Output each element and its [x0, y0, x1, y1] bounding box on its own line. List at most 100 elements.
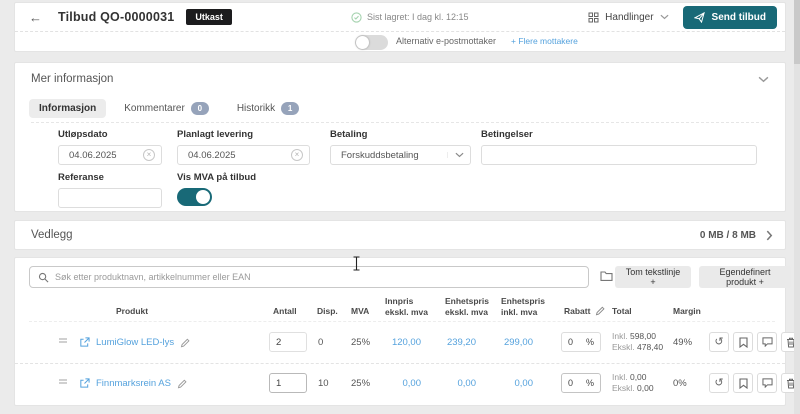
col-unit-price-incl: Enhetspris inkl. mva — [501, 296, 545, 317]
chevron-right-icon[interactable] — [766, 230, 773, 241]
status-badge: Utkast — [186, 9, 232, 25]
alt-email-label: Alternativ e-postmottaker — [396, 36, 497, 46]
bookmark-button[interactable] — [733, 332, 753, 352]
toggle-knob — [356, 36, 369, 49]
payment-select[interactable]: Forskuddsbetaling — [330, 145, 471, 165]
attachments-section[interactable]: Vedlegg 0 MB / 8 MB — [14, 220, 786, 250]
more-recipients-link[interactable]: + Flere mottakere — [511, 36, 578, 46]
col-unit-price-excl: Enhetspris ekskl. mva — [445, 296, 489, 317]
clear-icon[interactable]: × — [291, 149, 303, 161]
check-circle-icon — [351, 11, 362, 23]
pencil-icon[interactable] — [177, 379, 187, 389]
actions-menu-button[interactable]: Handlinger — [588, 11, 669, 23]
tab-historikk[interactable]: Historikk 1 — [227, 98, 309, 119]
unit-price-excl-value[interactable]: 0,00 — [430, 378, 477, 389]
tab-kommentarer[interactable]: Kommentarer 0 — [114, 98, 219, 119]
bookmark-icon — [738, 377, 748, 389]
product-name: LumiGlow LED-lys — [96, 337, 175, 348]
unit-price-excl-value[interactable]: 239,20 — [430, 337, 476, 348]
drag-handle-icon[interactable] — [58, 378, 68, 385]
product-row: Finnmarksrein AS 10 25% 0,00 0,00 0,00 0… — [15, 363, 800, 401]
quote-header-row: ← Tilbud QO-0000031 Utkast Sist lagret: … — [15, 3, 785, 32]
drag-handle-icon[interactable] — [58, 337, 68, 344]
more-info-section: Mer informasjon Informasjon Kommentarer … — [14, 62, 786, 212]
external-link-icon — [80, 378, 90, 388]
comment-button[interactable] — [757, 332, 777, 352]
chevron-down-icon — [447, 152, 464, 158]
show-vat-toggle[interactable] — [177, 188, 212, 206]
delivery-date-value: 04.06.2025 — [188, 149, 236, 161]
comment-icon — [761, 337, 773, 347]
col-product: Produkt — [116, 306, 149, 316]
quantity-input[interactable] — [269, 373, 307, 393]
collapse-chevron-icon[interactable] — [758, 76, 769, 83]
product-search[interactable] — [29, 266, 589, 288]
tab-historikk-badge: 1 — [281, 102, 300, 115]
grid-icon — [588, 12, 599, 22]
unit-price-incl-value[interactable]: 299,00 — [487, 337, 533, 348]
col-cost-price: Innpris ekskl. mva — [385, 296, 429, 317]
margin-value: 0% — [673, 378, 687, 389]
delivery-date-label: Planlagt levering — [177, 129, 254, 140]
pencil-icon[interactable] — [595, 306, 606, 316]
send-quote-button[interactable]: Send tilbud — [682, 5, 777, 29]
divider — [29, 321, 775, 322]
col-total: Total — [612, 306, 632, 316]
divider — [31, 122, 769, 123]
delivery-date-field[interactable]: 04.06.2025 × — [177, 145, 310, 165]
product-lines-section: Tom tekstlinje + Egendefinert produkt + … — [14, 257, 800, 406]
reference-field[interactable] — [58, 188, 162, 208]
col-discount: Rabatt — [564, 306, 606, 317]
expiry-date-field[interactable]: 04.06.2025 × — [58, 145, 162, 165]
unit-price-incl-value[interactable]: 0,00 — [487, 378, 534, 389]
back-button[interactable]: ← — [29, 10, 42, 25]
disp-value: 10 — [318, 378, 329, 389]
text-cursor — [353, 256, 360, 271]
product-link[interactable]: Finnmarksrein AS — [79, 378, 187, 389]
product-row: LumiGlow LED-lys 0 25% 120,00 239,20 299… — [15, 323, 800, 361]
discount-input[interactable]: 0 % — [561, 332, 601, 352]
quantity-input[interactable] — [269, 332, 307, 352]
discount-input[interactable]: 0 % — [561, 373, 601, 393]
product-link[interactable]: LumiGlow LED-lys — [79, 337, 190, 348]
tab-informasjon[interactable]: Informasjon — [29, 99, 107, 118]
undo-button[interactable]: ↺ — [709, 332, 729, 352]
empty-textline-button[interactable]: Tom tekstlinje + — [615, 266, 691, 288]
scrollbar-thumb[interactable] — [794, 0, 800, 64]
tab-historikk-label: Historikk — [236, 103, 276, 114]
more-info-title: Mer informasjon — [31, 73, 114, 85]
undo-icon: ↺ — [714, 376, 724, 389]
terms-field[interactable] — [481, 145, 757, 165]
attachments-title: Vedlegg — [31, 229, 73, 241]
reference-label: Referanse — [58, 172, 104, 183]
vat-value: 25% — [351, 337, 371, 348]
scrollbar[interactable] — [794, 0, 800, 414]
clear-icon[interactable]: × — [143, 149, 155, 161]
custom-product-button[interactable]: Egendefinert produkt + — [699, 266, 791, 288]
comment-icon — [761, 378, 773, 388]
disp-value: 0 — [318, 337, 324, 348]
product-name: Finnmarksrein AS — [96, 378, 171, 389]
recipient-row: Alternativ e-postmottaker + Flere mottak… — [15, 32, 785, 51]
info-tabs: Informasjon Kommentarer 0 Historikk 1 — [29, 98, 309, 119]
cost-price-value[interactable]: 0,00 — [371, 378, 422, 389]
tab-informasjon-label: Informasjon — [39, 103, 97, 114]
payment-value: Forskuddsbetaling — [341, 149, 419, 161]
product-search-input[interactable] — [55, 272, 580, 282]
cost-price-value[interactable]: 120,00 — [371, 337, 421, 348]
col-vat: MVA — [351, 306, 370, 316]
show-vat-label: Vis MVA på tilbud — [177, 172, 256, 183]
total-value: Inkl. 598,00 Ekskl. 478,40 — [612, 331, 664, 352]
folder-icon[interactable] — [600, 270, 613, 282]
terms-label: Betingelser — [481, 129, 533, 140]
actions-menu-label: Handlinger — [605, 11, 654, 23]
bookmark-button[interactable] — [733, 373, 753, 393]
attachments-usage: 0 MB / 8 MB — [699, 229, 756, 241]
paper-plane-icon — [693, 11, 705, 23]
discount-value: 0 — [568, 378, 574, 388]
pencil-icon[interactable] — [180, 338, 190, 348]
comment-button[interactable] — [757, 373, 777, 393]
undo-button[interactable]: ↺ — [709, 373, 729, 393]
alt-email-toggle[interactable] — [355, 35, 388, 50]
top-bar: ← Tilbud QO-0000031 Utkast Sist lagret: … — [14, 2, 786, 52]
